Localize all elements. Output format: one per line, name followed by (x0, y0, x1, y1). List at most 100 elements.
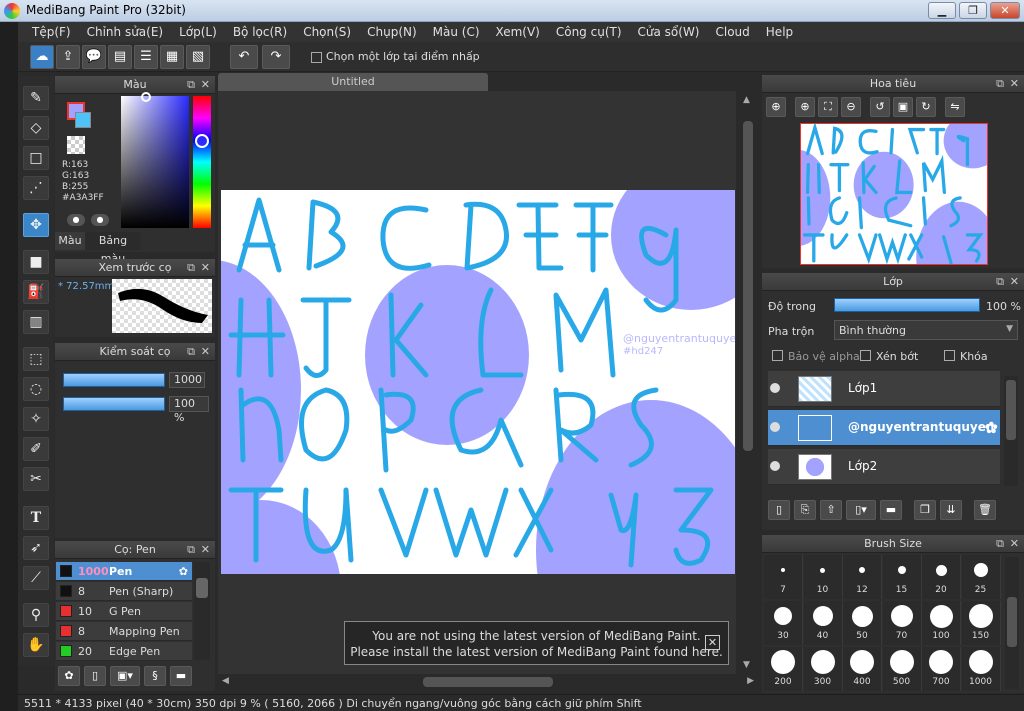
menu-filter[interactable]: Bộ lọc(R) (225, 25, 295, 39)
panel-close-icon[interactable]: ✕ (201, 343, 210, 361)
merge-layer-icon[interactable]: ⇊ (940, 500, 962, 520)
zoom-out-icon[interactable]: ⊖ (841, 97, 861, 117)
close-button[interactable]: ✕ (990, 2, 1020, 19)
brush-size-scroll-thumb[interactable] (1007, 597, 1017, 647)
brush-size-slider[interactable] (63, 373, 165, 387)
protect-alpha-checkbox[interactable] (772, 350, 783, 361)
select-pen-tool-icon[interactable]: ✐ (23, 437, 49, 461)
popout-icon[interactable]: ⧉ (996, 75, 1004, 93)
notice-line-2[interactable]: Please install the latest version of Med… (345, 644, 728, 660)
brush-size-preset[interactable]: 12 (843, 555, 882, 599)
select-rect-tool-icon[interactable]: ⬚ (23, 347, 49, 371)
folder-icon[interactable]: ▬ (880, 500, 902, 520)
minimize-button[interactable]: ▁ (928, 2, 956, 19)
swap-color-icon[interactable]: ● (91, 214, 109, 226)
transparent-swatch[interactable] (67, 136, 85, 154)
select-layer-checkbox[interactable] (311, 52, 322, 63)
popout-icon[interactable]: ⧉ (996, 273, 1004, 291)
update-notice[interactable]: You are not using the latest version of … (344, 621, 729, 665)
eyedrop-icon[interactable]: ● (67, 214, 85, 226)
maximize-button[interactable]: ❐ (959, 2, 987, 19)
scroll-down-icon[interactable]: ▼ (743, 660, 750, 670)
share-icon[interactable]: ⇪ (56, 45, 80, 69)
comment-icon[interactable]: 💬 (82, 45, 106, 69)
new-brush-icon[interactable]: ▯ (84, 666, 106, 686)
lock-checkbox[interactable] (944, 350, 955, 361)
select-eraser-tool-icon[interactable]: ✂ (23, 467, 49, 491)
brush-size-preset[interactable]: 400 (843, 647, 882, 691)
popout-icon[interactable]: ⧉ (187, 343, 195, 361)
background-color-swatch[interactable] (75, 112, 91, 128)
brush-size-preset[interactable]: 50 (843, 601, 882, 645)
brush-size-preset[interactable]: 30 (764, 601, 803, 645)
grid-icon[interactable]: ▦ (160, 45, 184, 69)
menu-cloud[interactable]: Cloud (708, 25, 758, 39)
brush-item-pen-sharp[interactable]: 8 Pen (Sharp) (56, 582, 192, 601)
document-icon[interactable]: ☰ (134, 45, 158, 69)
popout-icon[interactable]: ⧉ (187, 541, 195, 559)
tab-palette[interactable]: Bảng màu (85, 232, 141, 265)
add-layer-menu-icon[interactable]: ▯▾ (846, 500, 876, 520)
lasso-tool-icon[interactable]: ◌ (23, 377, 49, 401)
brush-settings-icon[interactable]: § (144, 666, 166, 686)
fill-rect-tool-icon[interactable]: ■ (23, 250, 49, 274)
menu-help[interactable]: Help (758, 25, 801, 39)
tab-color[interactable]: Màu (55, 232, 85, 250)
layer-opacity-slider[interactable] (834, 298, 980, 312)
menu-tools[interactable]: Công cụ(T) (548, 25, 630, 39)
brush-item-edge-pen[interactable]: 20 Edge Pen (56, 642, 192, 661)
scroll-left-icon[interactable]: ◀ (222, 676, 229, 686)
canvas-hscroll-thumb[interactable] (423, 677, 553, 687)
dot-brush-tool-icon[interactable]: ⋰ (23, 176, 49, 200)
scroll-right-icon[interactable]: ▶ (747, 676, 754, 686)
undo-icon[interactable]: ↶ (230, 45, 258, 69)
panel-close-icon[interactable]: ✕ (1010, 535, 1019, 553)
scroll-up-icon[interactable]: ▲ (743, 95, 750, 105)
brush-size-preset[interactable]: 70 (882, 601, 922, 645)
redo-icon[interactable]: ↷ (262, 45, 290, 69)
menu-select[interactable]: Chọn(S) (295, 25, 359, 39)
clipping-checkbox[interactable] (860, 350, 871, 361)
menu-layer[interactable]: Lớp(L) (171, 25, 225, 39)
move-tool-icon[interactable]: ✥ (23, 213, 49, 237)
tab-untitled[interactable]: Untitled (218, 73, 488, 91)
zoom-fit-icon[interactable]: ⊕ (766, 97, 786, 117)
eraser-tool-icon[interactable]: ◇ (23, 116, 49, 140)
brush-size-preset[interactable]: 100 (922, 601, 961, 645)
brush-size-preset[interactable]: 25 (961, 555, 1001, 599)
brush-size-preset[interactable]: 300 (803, 647, 843, 691)
zoom-in-icon[interactable]: ⊕ (795, 97, 815, 117)
hue-cursor[interactable] (195, 134, 209, 148)
popout-icon[interactable]: ⧉ (187, 76, 195, 94)
layers-scroll-thumb[interactable] (1006, 380, 1016, 440)
bucket-tool-icon[interactable]: ⛽ (23, 280, 49, 304)
gear-icon[interactable]: ✿ (985, 418, 998, 437)
document-canvas[interactable]: @nguyentrantuquyen #hd247 (221, 190, 735, 574)
layer-row-3[interactable]: Lớp2 (768, 449, 1000, 485)
rotate-left-icon[interactable]: ↺ (870, 97, 890, 117)
menu-snap[interactable]: Chụp(N) (359, 25, 425, 39)
cloud-brush-icon[interactable]: ✿ (58, 666, 80, 686)
brush-size-preset[interactable]: 40 (803, 601, 843, 645)
gradient-tool-icon[interactable]: ▥ (23, 310, 49, 334)
brush-size-preset[interactable]: 1000 (961, 647, 1001, 691)
layers-scrollbar[interactable] (1004, 376, 1018, 486)
folder-icon[interactable]: ▬ (170, 666, 192, 686)
text-tool-icon[interactable]: T (23, 506, 49, 530)
hue-slider[interactable] (193, 96, 211, 228)
brush-size-preset[interactable]: 150 (961, 601, 1001, 645)
brush-size-input[interactable]: 1000 (169, 372, 205, 388)
panel-close-icon[interactable]: ✕ (1010, 273, 1019, 291)
chat-icon[interactable]: ▤ (108, 45, 132, 69)
eye-icon[interactable] (770, 422, 780, 432)
popout-icon[interactable]: ⧉ (996, 535, 1004, 553)
brush-list-scrollbar[interactable] (194, 562, 210, 660)
rectangle-tool-icon[interactable]: □ (23, 146, 49, 170)
canvas-vscroll-thumb[interactable] (743, 121, 753, 451)
add-brush-icon[interactable]: ▣▾ (110, 666, 140, 686)
magic-wand-tool-icon[interactable]: ✧ (23, 407, 49, 431)
copy-layer-icon[interactable]: ⎘ (794, 500, 816, 520)
menu-file[interactable]: Tệp(F) (24, 25, 79, 39)
eye-icon[interactable] (770, 461, 780, 471)
cloud-icon[interactable]: ☁ (30, 45, 54, 69)
